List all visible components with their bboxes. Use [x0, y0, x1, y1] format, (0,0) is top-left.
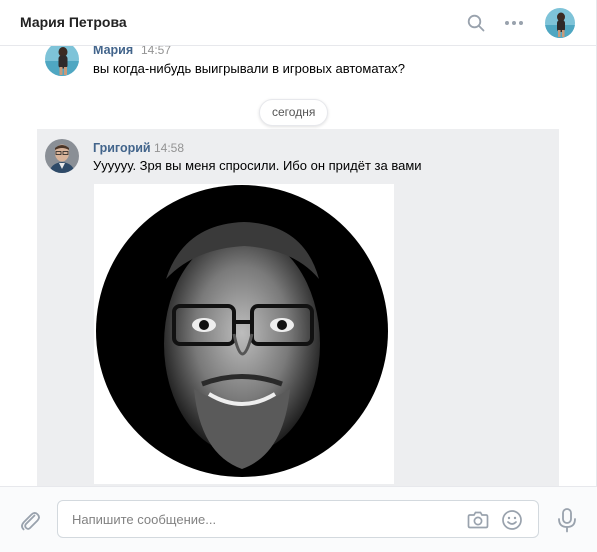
message-composer	[0, 486, 597, 552]
chat-header: Мария Петрова	[0, 0, 597, 46]
message-text: Уууууу. Зря вы меня спросили. Ибо он при…	[93, 158, 422, 173]
message-time[interactable]: 14:57	[141, 46, 171, 57]
paperclip-icon	[21, 512, 40, 531]
attach-button[interactable]	[18, 509, 42, 533]
camera-button[interactable]	[467, 510, 489, 530]
message-field[interactable]	[57, 500, 539, 538]
search-icon	[467, 14, 485, 32]
chat-title[interactable]: Мария Петрова	[20, 14, 127, 30]
date-separator: сегодня	[259, 99, 329, 126]
message-item[interactable]: Мария 14:57 вы когда-нибудь выигрывали в…	[0, 46, 590, 92]
more-icon	[505, 21, 523, 25]
voice-message-button[interactable]	[556, 507, 578, 533]
avatar[interactable]	[45, 46, 79, 76]
microphone-icon	[558, 508, 576, 533]
camera-icon	[467, 511, 489, 529]
more-button[interactable]	[503, 12, 525, 34]
photo-attachment[interactable]	[94, 184, 394, 484]
chat-avatar[interactable]	[545, 8, 575, 38]
message-text: вы когда-нибудь выигрывали в игровых авт…	[93, 61, 406, 76]
emoji-button[interactable]	[501, 509, 523, 531]
message-time[interactable]: 14:58	[154, 141, 184, 155]
message-input[interactable]	[72, 510, 452, 528]
search-button[interactable]	[465, 12, 487, 34]
smile-icon	[502, 510, 522, 530]
avatar[interactable]	[45, 139, 79, 173]
message-author[interactable]: Григорий	[93, 141, 151, 155]
message-author[interactable]: Мария	[93, 46, 133, 57]
message-item-selected[interactable]: Григорий 14:58 Уууууу. Зря вы меня спрос…	[37, 129, 559, 486]
message-history[interactable]: Мария 14:57 вы когда-нибудь выигрывали в…	[0, 46, 597, 486]
